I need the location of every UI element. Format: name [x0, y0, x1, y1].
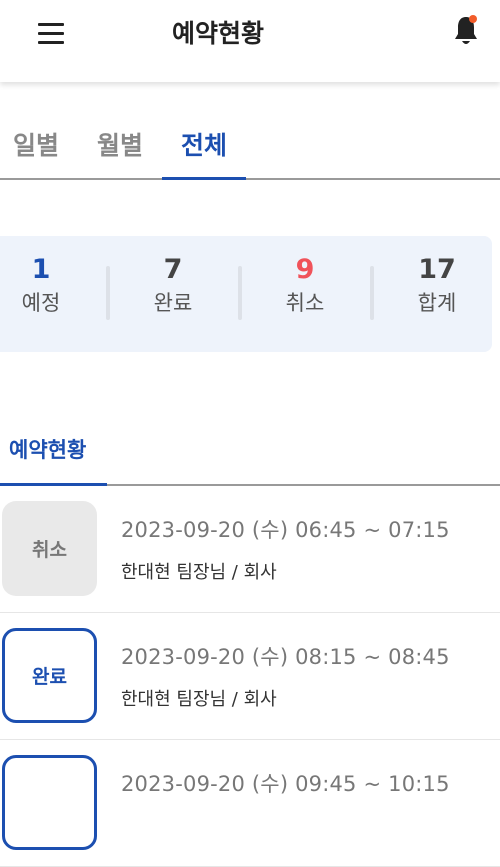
stat-divider	[106, 266, 110, 320]
stat-total-count: 17	[418, 254, 456, 285]
bell-icon[interactable]	[452, 14, 480, 48]
reservation-time: 2023-09-20 (수) 08:15 ~ 08:45	[121, 645, 450, 669]
stat-cancelled-label: 취소	[285, 291, 325, 315]
stat-divider	[370, 266, 374, 320]
reservation-item[interactable]: 2023-09-20 (수) 09:45 ~ 10:15	[0, 740, 500, 867]
stat-scheduled-count: 1	[31, 254, 51, 285]
stat-divider	[238, 266, 242, 320]
app-header: 예약현황	[0, 0, 500, 82]
stat-total: 17 합계	[387, 254, 487, 318]
status-badge: 취소	[2, 501, 97, 596]
reservation-detail: 한대현 팀장님 / 회사	[121, 562, 277, 583]
reservation-time: 2023-09-20 (수) 09:45 ~ 10:15	[121, 772, 450, 796]
reservation-detail: 한대현 팀장님 / 회사	[121, 689, 277, 710]
status-badge	[2, 755, 97, 850]
tab-divider	[0, 178, 500, 180]
active-tab-indicator	[162, 177, 246, 180]
reservation-item[interactable]: 완료 2023-09-20 (수) 08:15 ~ 08:45 한대현 팀장님 …	[0, 613, 500, 740]
stat-cancelled-count: 9	[295, 254, 315, 285]
reservation-item[interactable]: 취소 2023-09-20 (수) 06:45 ~ 07:15 한대현 팀장님 …	[0, 486, 500, 613]
notification-dot	[469, 15, 477, 23]
page-title: 예약현황	[171, 19, 264, 48]
tab-daily[interactable]: 일별	[13, 126, 59, 162]
reservation-list: 취소 2023-09-20 (수) 06:45 ~ 07:15 한대현 팀장님 …	[0, 486, 500, 867]
tab-all[interactable]: 전체	[181, 126, 227, 162]
stat-completed: 7 완료	[123, 254, 223, 318]
reservation-summary: 1 예정 7 완료 9 취소 17 합계	[0, 236, 492, 352]
period-tabs: 일별 월별 전체	[0, 82, 500, 180]
stat-scheduled: 1 예정	[0, 254, 91, 318]
stat-cancelled: 9 취소	[255, 254, 355, 318]
tab-monthly[interactable]: 월별	[97, 126, 143, 162]
stat-scheduled-label: 예정	[21, 291, 61, 315]
reservation-time: 2023-09-20 (수) 06:45 ~ 07:15	[121, 518, 450, 542]
stat-completed-count: 7	[163, 254, 183, 285]
stat-total-label: 합계	[417, 291, 457, 315]
section-title: 예약현황	[9, 438, 87, 462]
status-badge: 완료	[2, 628, 97, 723]
stat-completed-label: 완료	[153, 291, 193, 315]
